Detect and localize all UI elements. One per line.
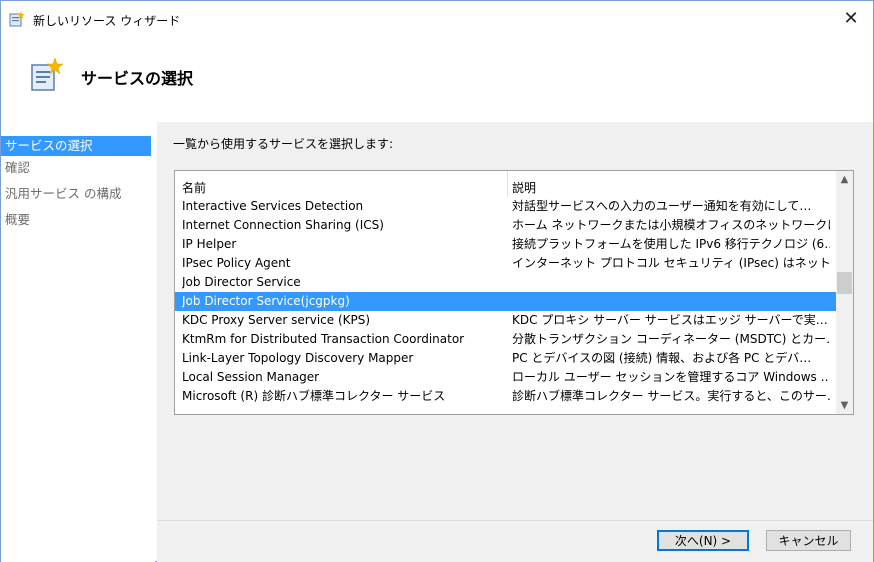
service-description: KDC プロキシ サーバー サービスはエッジ サーバーで実… [512,313,828,327]
list-item[interactable]: Job Director Service [175,273,836,292]
cancel-button[interactable]: キャンセル [766,530,851,551]
nav-step-confirm[interactable]: 確認 [1,158,151,178]
service-name: Job Director Service [182,275,301,289]
list-item[interactable]: Link-Layer Topology Discovery Mapper PC と… [175,349,836,368]
nav-step-select-service[interactable]: サービスの選択 [1,136,151,156]
wizard-window: 新しいリソース ウィザード ✕ サービスの選択 サービスの選択 確認 汎用サービ… [0,0,874,562]
service-name: KtmRm for Distributed Transaction Coordi… [182,332,465,346]
service-description: 対話型サービスへの入力のユーザー通知を有効にして… [512,199,812,213]
service-description: 分散トランザクション コーディネーター (MSDTC) とカー… [512,332,830,346]
service-name: IP Helper [182,237,237,251]
service-name: IPsec Policy Agent [182,256,291,270]
list-header: 名前 説明 [175,171,836,197]
list-item[interactable]: Interactive Services Detection 対話型サービスへの入… [175,197,836,216]
service-description: インターネット プロトコル セキュリティ (IPsec) はネットワ… [512,256,830,270]
wizard-step-nav: サービスの選択 確認 汎用サービス の構成 概要 [1,122,155,562]
service-name: Interactive Services Detection [182,199,364,213]
instruction-text: 一覧から使用するサービスを選択します: [173,137,394,151]
service-list[interactable]: 名前 説明 Interactive Services Detection 対話型サ… [174,170,854,415]
wizard-page-icon [31,57,64,91]
scrollbar-thumb[interactable] [837,272,852,295]
list-item[interactable]: IPsec Policy Agent インターネット プロトコル セキュリティ (… [175,254,836,273]
window-title: 新しいリソース ウィザード [33,14,181,28]
vertical-scrollbar[interactable]: ▲ ▼ [836,171,853,414]
column-divider[interactable] [507,171,508,197]
page-title: サービスの選択 [81,69,194,88]
wizard-header: サービスの選択 [1,39,873,121]
service-description: PC とデバイスの図 (接続) 情報、および各 PC とデバ… [512,351,812,365]
next-button[interactable]: 次へ(N) > [657,530,749,551]
service-description: ローカル ユーザー セッションを管理するコア Windows … [512,370,830,384]
wizard-app-icon [9,11,25,27]
column-header-name[interactable]: 名前 [182,179,206,196]
list-item[interactable]: KDC Proxy Server service (KPS) KDC プロキシ サ… [175,311,836,330]
service-name: Internet Connection Sharing (ICS) [182,218,384,232]
wizard-content: 一覧から使用するサービスを選択します: 名前 説明 Interactive Se… [157,122,873,562]
scroll-down-arrow-icon[interactable]: ▼ [836,397,853,414]
list-item[interactable]: IP Helper 接続プラットフォームを使用した IPv6 移行テクノロジ (6… [175,235,836,254]
service-name: Local Session Manager [182,370,320,384]
list-item[interactable]: KtmRm for Distributed Transaction Coordi… [175,330,836,349]
scroll-up-arrow-icon[interactable]: ▲ [836,171,853,188]
column-header-description[interactable]: 説明 [512,179,536,196]
service-name: Job Director Service(jcgpkg) [182,294,350,308]
close-button[interactable]: ✕ [829,1,873,35]
service-rows: Interactive Services Detection 対話型サービスへの入… [175,197,836,406]
title-bar: 新しいリソース ウィザード ✕ [1,1,873,39]
nav-step-generic-service-config[interactable]: 汎用サービス の構成 [1,184,151,204]
footer-divider [157,520,873,521]
close-icon: ✕ [843,7,859,29]
list-item[interactable]: Internet Connection Sharing (ICS) ホーム ネット… [175,216,836,235]
list-item[interactable]: Local Session Manager ローカル ユーザー セッションを管理す… [175,368,836,387]
nav-step-summary[interactable]: 概要 [1,210,151,230]
service-name: KDC Proxy Server service (KPS) [182,313,371,327]
service-name: Link-Layer Topology Discovery Mapper [182,351,414,365]
service-description: 接続プラットフォームを使用した IPv6 移行テクノロジ (6… [512,237,830,251]
service-name: Microsoft (R) 診断ハブ標準コレクター サービス [182,389,446,403]
service-description: 診断ハブ標準コレクター サービス。実行すると、このサー… [512,389,830,403]
list-item[interactable]: Microsoft (R) 診断ハブ標準コレクター サービス 診断ハブ標準コレクタ… [175,387,836,406]
list-item[interactable]: Job Director Service(jcgpkg) [175,292,836,311]
service-description: ホーム ネットワークまたは小規模オフィスのネットワークに… [512,218,830,232]
